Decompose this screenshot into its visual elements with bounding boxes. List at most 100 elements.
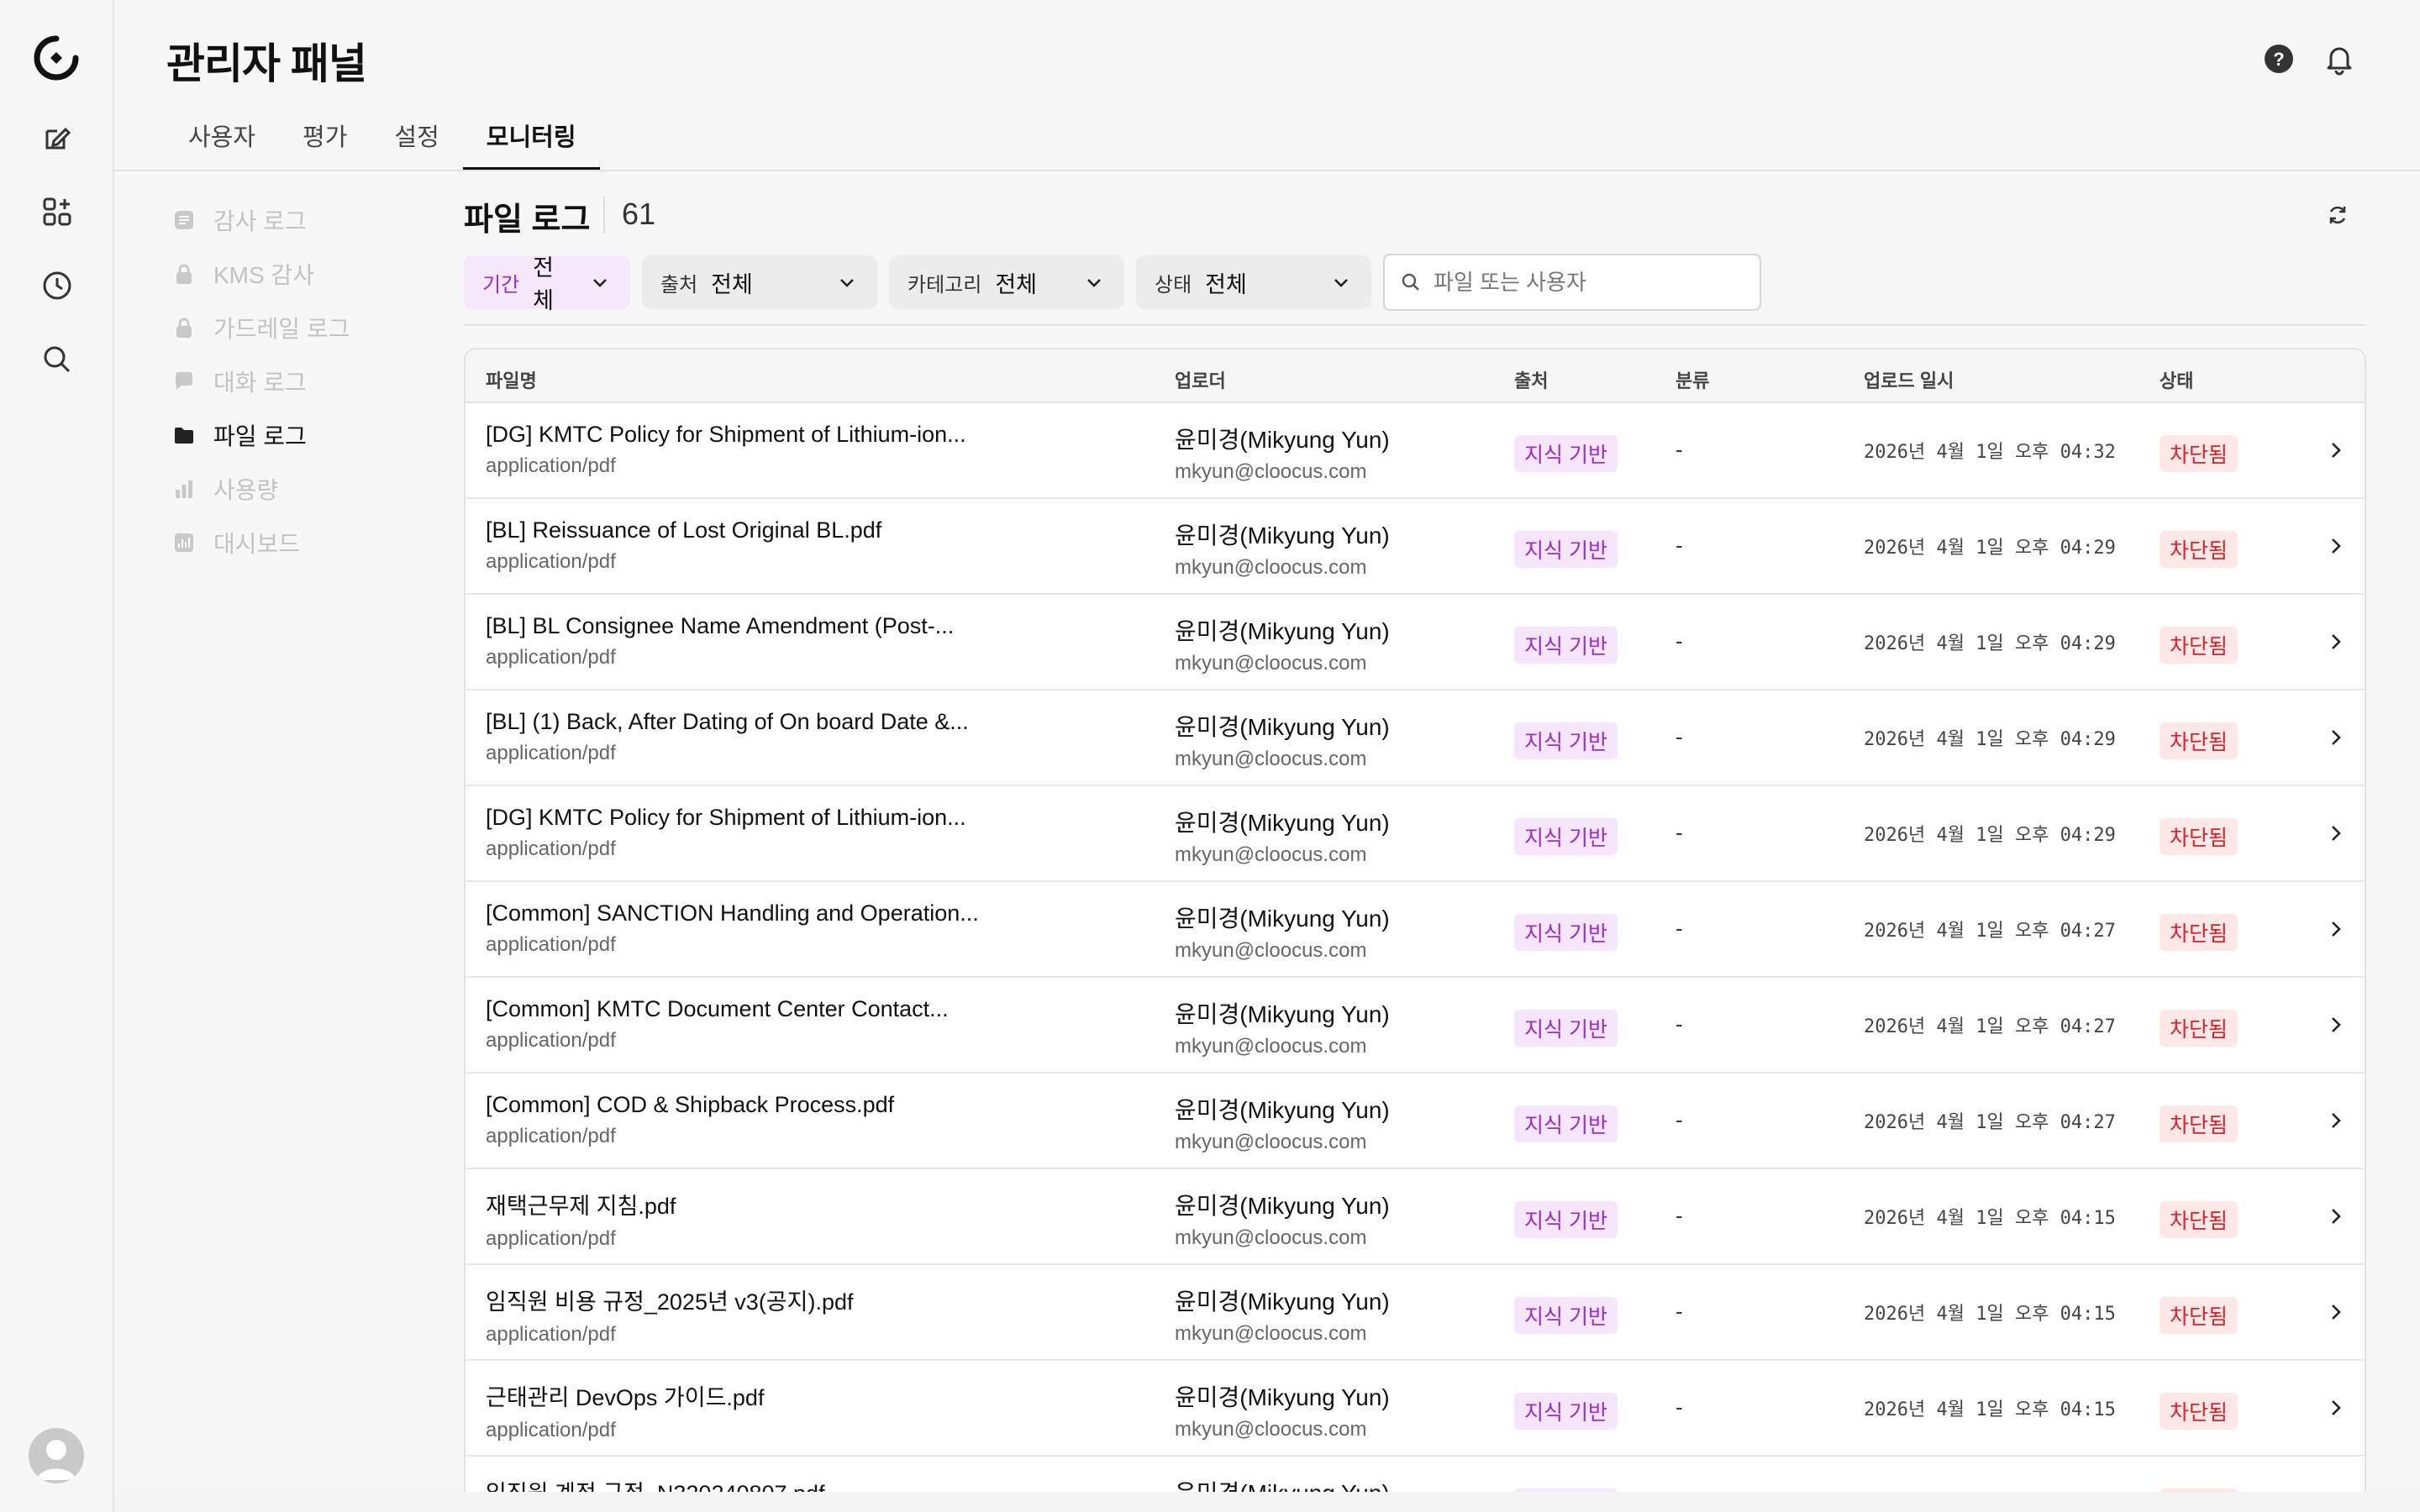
chevron-right-icon[interactable] (2323, 533, 2349, 559)
file-mime-type: application/pdf (486, 1323, 616, 1346)
status-badge: 차단됨 (2160, 1201, 2238, 1238)
status-cell: 차단됨 (2160, 1297, 2238, 1334)
chevron-right-icon[interactable] (2323, 1203, 2349, 1230)
chevron-right-icon[interactable] (2323, 1107, 2349, 1134)
uploader-name: 윤미경(Mikyung Yun) (1175, 1289, 1390, 1315)
chevron-right-icon[interactable] (2323, 916, 2349, 942)
subnav-item-guardrail-log[interactable]: 가드레일 로그 (171, 301, 424, 354)
header-source: 출처 (1514, 370, 1549, 391)
status-badge: 차단됨 (2160, 914, 2238, 951)
subnav-item-dashboard[interactable]: 대시보드 (171, 516, 424, 570)
table-row[interactable]: 재택근무제 지침.pdf application/pdf 윤미경(Mikyung… (466, 1169, 2365, 1265)
uploader-cell: 윤미경(Mikyung Yun) mkyun@cloocus.com (1175, 1092, 1390, 1154)
uploader-email: mkyun@cloocus.com (1175, 1226, 1367, 1249)
uploader-name: 윤미경(Mikyung Yun) (1175, 618, 1390, 644)
chevron-right-icon[interactable] (2323, 820, 2349, 847)
section-title: 파일 로그 (464, 202, 591, 238)
status-badge: 차단됨 (2160, 818, 2238, 855)
table-row[interactable]: 근태관리 DevOps 가이드.pdf application/pdf 윤미경(… (466, 1361, 2365, 1457)
search-icon[interactable] (37, 339, 77, 380)
table-row[interactable]: [BL] BL Consignee Name Amendment (Post-.… (466, 595, 2365, 690)
status-badge: 차단됨 (2160, 1393, 2238, 1430)
file-mime-type: application/pdf (486, 933, 616, 956)
bar-chart-icon (171, 476, 197, 501)
category-cell: - (1676, 533, 1683, 558)
file-cell: [BL] BL Consignee Name Amendment (Post-.… (486, 613, 1141, 669)
uploader-cell: 윤미경(Mikyung Yun) mkyun@cloocus.com (1175, 422, 1390, 484)
subnav-item-file-log[interactable]: 파일 로그 (171, 408, 424, 462)
status-filter[interactable]: 상태 전체 (1136, 255, 1371, 309)
new-chat-icon[interactable] (37, 118, 77, 158)
status-cell: 차단됨 (2160, 435, 2238, 472)
file-cell: [Common] SANCTION Handling and Operation… (486, 900, 1141, 957)
search-input[interactable] (1434, 269, 1744, 296)
source-cell: 지식 기반 (1514, 914, 1618, 951)
file-cell: [Common] KMTC Document Center Contact...… (486, 996, 1141, 1053)
source-badge: 지식 기반 (1514, 435, 1618, 472)
subnav-label: 대화 로그 (213, 370, 307, 396)
refresh-icon[interactable] (2319, 197, 2356, 234)
chevron-right-icon[interactable] (2323, 437, 2349, 464)
file-mime-type: application/pdf (486, 646, 616, 669)
source-filter[interactable]: 출처 전체 (642, 255, 877, 309)
category-cell: - (1676, 724, 1683, 749)
subnav-item-usage[interactable]: 사용량 (171, 462, 424, 516)
tab-evaluation[interactable]: 평가 (279, 109, 371, 171)
header-uploaded-at: 업로드 일시 (1864, 370, 1954, 391)
user-avatar[interactable] (29, 1428, 84, 1483)
tab-monitoring[interactable]: 모니터링 (462, 109, 600, 171)
chevron-right-icon[interactable] (2323, 1299, 2349, 1326)
tab-users[interactable]: 사용자 (165, 109, 279, 171)
source-badge: 지식 기반 (1514, 1105, 1618, 1142)
status-badge: 차단됨 (2160, 1297, 2238, 1334)
table-row[interactable]: [Common] COD & Shipback Process.pdf appl… (466, 1074, 2365, 1169)
file-cell: [BL] (1) Back, After Dating of On board … (486, 709, 1141, 765)
help-icon[interactable]: ? (2259, 39, 2299, 79)
uploader-name: 윤미경(Mikyung Yun) (1175, 1001, 1390, 1027)
tab-settings[interactable]: 설정 (371, 109, 462, 171)
subnav-item-kms-audit[interactable]: KMS 감사 (171, 247, 424, 301)
table-row[interactable]: [Common] KMTC Document Center Contact...… (466, 978, 2365, 1074)
table-row[interactable]: [BL] Reissuance of Lost Original BL.pdf … (466, 499, 2365, 595)
search-icon (1402, 273, 1419, 291)
chevron-right-icon[interactable] (2323, 1394, 2349, 1421)
source-badge: 지식 기반 (1514, 722, 1618, 759)
period-filter[interactable]: 기간 전체 (464, 255, 630, 313)
file-name: [BL] Reissuance of Lost Original BL.pdf (486, 517, 882, 543)
tab-divider (114, 170, 2420, 171)
status-cell: 차단됨 (2160, 627, 2238, 664)
apps-icon[interactable] (37, 192, 77, 232)
uploader-cell: 윤미경(Mikyung Yun) mkyun@cloocus.com (1175, 1379, 1390, 1441)
subnav-item-chat-log[interactable]: 대화 로그 (171, 354, 424, 408)
table-row[interactable]: [Common] SANCTION Handling and Operation… (466, 882, 2365, 978)
header-uploader: 업로더 (1175, 370, 1226, 391)
table-row[interactable]: [DG] KMTC Policy for Shipment of Lithium… (466, 403, 2365, 499)
file-cell: [DG] KMTC Policy for Shipment of Lithium… (486, 805, 1141, 861)
source-badge: 지식 기반 (1514, 1201, 1618, 1238)
chat-icon (171, 369, 197, 394)
upload-date: 2026년 4월 1일 오후 04:15 (1864, 1304, 2116, 1325)
file-name: [BL] BL Consignee Name Amendment (Post-.… (486, 613, 955, 638)
filter-value: 전체 (711, 271, 753, 297)
subnav-item-audit-log[interactable]: 감사 로그 (171, 193, 424, 247)
source-cell: 지식 기반 (1514, 531, 1618, 568)
file-count: 61 (622, 197, 656, 231)
upload-date: 2026년 4월 1일 오후 04:27 (1864, 1016, 2116, 1037)
history-icon[interactable] (37, 265, 77, 306)
chevron-right-icon[interactable] (2323, 724, 2349, 751)
filter-bar: 기간 전체 출처 전체 카테고리 전체 상태 전체 (464, 254, 1761, 313)
upload-date: 2026년 4월 1일 오후 04:32 (1864, 442, 2116, 463)
chevron-down-icon (593, 279, 607, 287)
table-row[interactable]: [BL] (1) Back, After Dating of On board … (466, 690, 2365, 786)
category-filter[interactable]: 카테고리 전체 (889, 255, 1124, 309)
app-logo[interactable] (32, 34, 81, 82)
file-cell: 임직원 비용 규정_2025년 v3(공지).pdf application/p… (486, 1284, 1141, 1347)
notification-bell-icon[interactable] (2319, 39, 2360, 79)
file-cell: 근태관리 DevOps 가이드.pdf application/pdf (486, 1379, 1141, 1442)
table-row[interactable]: [DG] KMTC Policy for Shipment of Lithium… (466, 786, 2365, 882)
document-icon (171, 207, 197, 233)
table-row[interactable]: 임직원 비용 규정_2025년 v3(공지).pdf application/p… (466, 1265, 2365, 1361)
chevron-right-icon[interactable] (2323, 628, 2349, 655)
file-name: [Common] KMTC Document Center Contact... (486, 996, 949, 1021)
chevron-right-icon[interactable] (2323, 1011, 2349, 1038)
